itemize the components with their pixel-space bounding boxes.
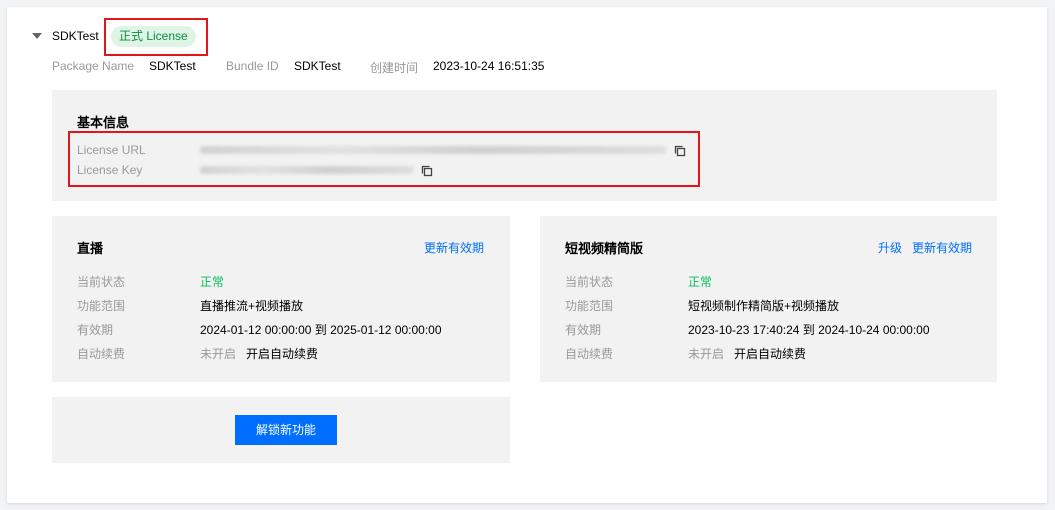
- short-video-validity-value: 2023-10-23 17:40:24 到 2024-10-24 00:00:0…: [688, 323, 930, 337]
- bundle-id-value: SDKTest: [294, 59, 341, 73]
- live-status-label: 当前状态: [77, 275, 126, 289]
- created-time-label: 创建时间: [370, 61, 419, 75]
- package-name-value: SDKTest: [149, 59, 196, 73]
- live-renew-link[interactable]: 更新有效期: [424, 239, 484, 256]
- license-url-label: License URL: [77, 143, 146, 157]
- basic-info-title: 基本信息: [77, 115, 130, 130]
- short-video-scope-value: 短视频制作精简版+视频播放: [688, 299, 840, 313]
- live-title: 直播: [77, 241, 104, 256]
- package-name-field: Package Name: [52, 59, 134, 73]
- live-autorenew-label: 自动续费: [77, 347, 126, 361]
- bundle-id-field: Bundle ID: [226, 59, 279, 73]
- license-key-value-redacted: [200, 166, 414, 174]
- short-video-autorenew-link[interactable]: 开启自动续费: [734, 345, 806, 362]
- live-status-value: 正常: [200, 275, 225, 289]
- live-validity-value: 2024-01-12 00:00:00 到 2025-01-12 00:00:0…: [200, 323, 442, 337]
- license-key-label: License Key: [77, 163, 143, 177]
- created-time-value-wrap: 2023-10-24 16:51:35: [433, 59, 544, 73]
- caret-down-icon[interactable]: [32, 33, 42, 39]
- live-autorenew-link[interactable]: 开启自动续费: [246, 345, 318, 362]
- bundle-id-value-wrap: SDKTest: [294, 59, 341, 73]
- short-video-autorenew-label: 自动续费: [565, 347, 614, 361]
- package-name-label: Package Name: [52, 59, 135, 73]
- short-video-renew-link[interactable]: 更新有效期: [912, 239, 972, 256]
- live-autorenew-value: 未开启: [200, 347, 237, 361]
- short-video-upgrade-link[interactable]: 升级: [878, 239, 902, 256]
- live-validity-label: 有效期: [77, 323, 114, 337]
- short-video-validity-label: 有效期: [565, 323, 602, 337]
- license-type-badge: 正式 License: [111, 26, 196, 47]
- app-name: SDKTest: [52, 29, 99, 43]
- short-video-status-value: 正常: [688, 275, 713, 289]
- short-video-title: 短视频精简版: [565, 241, 644, 256]
- license-url-value-redacted: [200, 146, 666, 154]
- short-video-status-label: 当前状态: [565, 275, 614, 289]
- license-highlight-box: [68, 131, 700, 187]
- live-scope-value: 直播推流+视频播放: [200, 299, 304, 313]
- package-name-value-wrap: SDKTest: [149, 59, 196, 73]
- live-scope-label: 功能范围: [77, 299, 126, 313]
- unlock-features-button[interactable]: 解锁新功能: [235, 415, 337, 445]
- short-video-autorenew-value: 未开启: [688, 347, 725, 361]
- created-time-value: 2023-10-24 16:51:35: [433, 59, 545, 73]
- copy-key-icon[interactable]: [421, 165, 433, 177]
- copy-url-icon[interactable]: [674, 145, 686, 157]
- bundle-id-label: Bundle ID: [226, 59, 279, 73]
- created-time-field: 创建时间: [370, 59, 418, 76]
- short-video-scope-label: 功能范围: [565, 299, 614, 313]
